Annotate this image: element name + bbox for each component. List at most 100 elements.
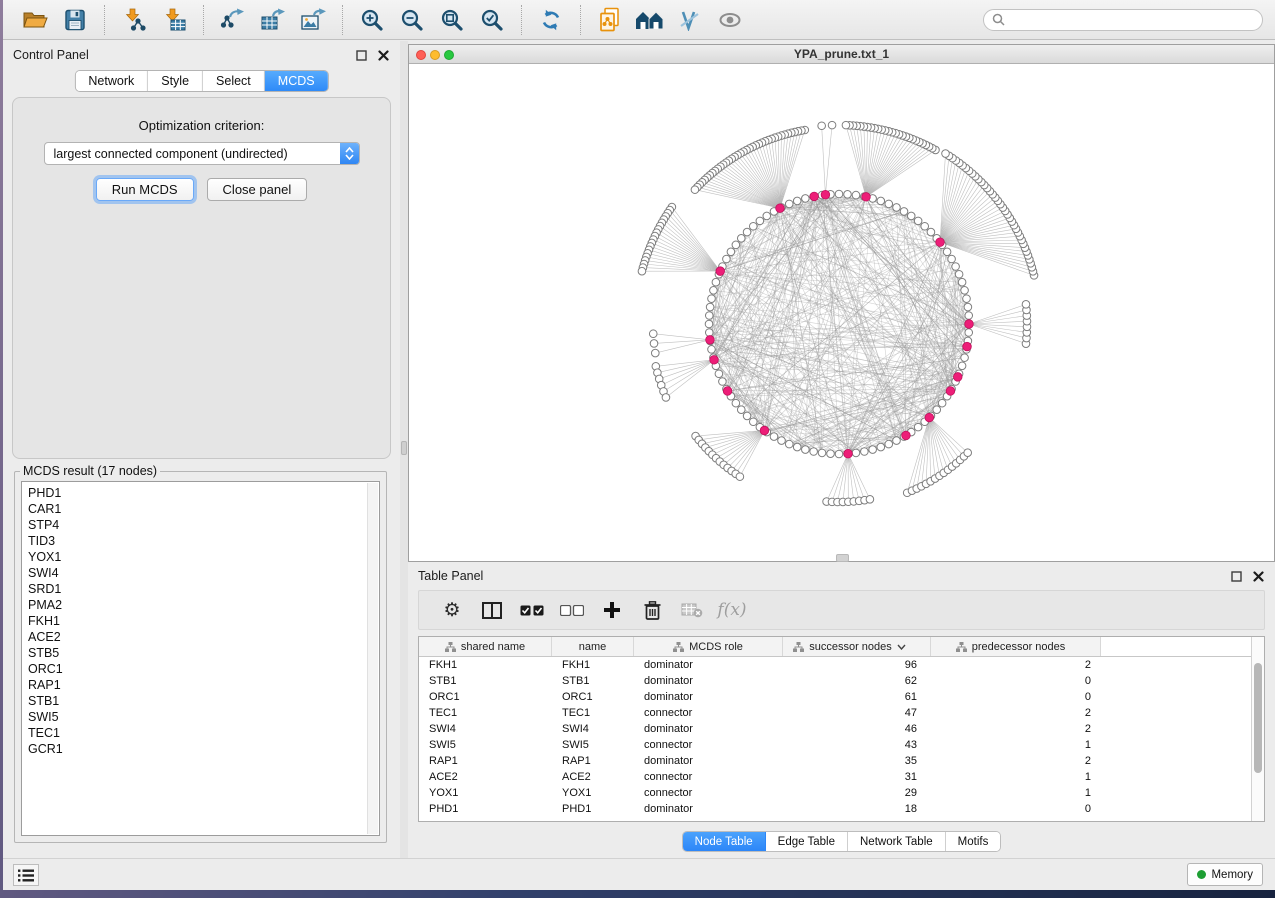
mcds-result-item[interactable]: ACE2 (28, 629, 379, 645)
mcds-options-panel: Optimization criterion: largest connecte… (12, 97, 391, 459)
close-window-button[interactable] (416, 50, 426, 60)
table-row[interactable]: ORC1ORC1dominator610 (419, 689, 1264, 705)
table-row[interactable]: STB1STB1dominator620 (419, 673, 1264, 689)
table-cell: 43 (783, 739, 931, 751)
tab-network-table[interactable]: Network Table (848, 832, 946, 851)
scrollbar-thumb[interactable] (1254, 663, 1262, 773)
mcds-result-item[interactable]: YOX1 (28, 549, 379, 565)
zoom-out-icon[interactable] (397, 5, 427, 35)
splitter-handle[interactable] (401, 441, 407, 455)
mcds-result-item[interactable]: TEC1 (28, 725, 379, 741)
tab-edge-table[interactable]: Edge Table (766, 832, 848, 851)
network-graph[interactable] (409, 64, 1274, 561)
table-scrollbar[interactable] (1251, 637, 1264, 821)
table-row[interactable]: ACE2ACE2connector311 (419, 769, 1264, 785)
clone-network-icon[interactable] (595, 5, 625, 35)
tab-motifs[interactable]: Motifs (946, 832, 1001, 851)
delete-column-icon[interactable] (635, 595, 669, 625)
search-box[interactable] (983, 9, 1263, 31)
task-history-button[interactable] (13, 864, 39, 886)
table-body: FKH1FKH1dominator962STB1STB1dominator620… (419, 657, 1264, 817)
table-row[interactable]: SWI4SWI4dominator462 (419, 721, 1264, 737)
tab-style[interactable]: Style (148, 71, 203, 91)
column-header-shared-name[interactable]: shared name (419, 637, 552, 656)
zoom-in-icon[interactable] (357, 5, 387, 35)
mcds-result-item[interactable]: PHD1 (28, 485, 379, 501)
zoom-window-button[interactable] (444, 50, 454, 60)
close-panel-button[interactable]: Close panel (207, 178, 308, 201)
mcds-result-item[interactable]: STB1 (28, 693, 379, 709)
zoom-fit-icon[interactable] (437, 5, 467, 35)
mcds-result-item[interactable]: SRD1 (28, 581, 379, 597)
column-header-name[interactable]: name (552, 637, 634, 656)
tab-node-table[interactable]: Node Table (683, 832, 766, 851)
export-network-icon[interactable] (218, 5, 248, 35)
mcds-result-item[interactable]: SWI4 (28, 565, 379, 581)
table-row[interactable]: SWI5SWI5connector431 (419, 737, 1264, 753)
open-file-icon[interactable] (20, 5, 50, 35)
search-input[interactable] (1005, 13, 1254, 27)
table-header-row: shared namenameMCDS rolesuccessor nodesp… (419, 637, 1264, 657)
column-header-predecessor-nodes[interactable]: predecessor nodes (931, 637, 1101, 656)
mcds-result-item[interactable]: PMA2 (28, 597, 379, 613)
save-session-icon[interactable] (60, 5, 90, 35)
mcds-result-item[interactable]: FKH1 (28, 613, 379, 629)
column-layout-icon[interactable] (475, 595, 509, 625)
float-panel-icon[interactable] (355, 49, 368, 62)
select-all-icon[interactable] (515, 595, 549, 625)
table-row[interactable]: RAP1RAP1dominator352 (419, 753, 1264, 769)
table-row[interactable]: FKH1FKH1dominator962 (419, 657, 1264, 673)
result-scrollbar[interactable] (367, 483, 378, 834)
mcds-result-list[interactable]: PHD1CAR1STP4TID3YOX1SWI4SRD1PMA2FKH1ACE2… (21, 481, 380, 836)
table-panel-title: Table Panel (418, 569, 483, 583)
vertical-splitter[interactable] (400, 41, 408, 858)
float-table-panel-icon[interactable] (1230, 570, 1243, 583)
table-cell: 61 (783, 691, 931, 703)
export-table-icon[interactable] (258, 5, 288, 35)
mcds-result-item[interactable]: CAR1 (28, 501, 379, 517)
mcds-result-item[interactable]: ORC1 (28, 661, 379, 677)
add-column-icon[interactable] (595, 595, 629, 625)
table-cell: FKH1 (419, 659, 552, 671)
tab-select[interactable]: Select (203, 71, 265, 91)
memory-button[interactable]: Memory (1187, 863, 1263, 886)
column-header-successor-nodes[interactable]: successor nodes (783, 637, 931, 656)
table-row[interactable]: YOX1YOX1connector291 (419, 785, 1264, 801)
network-canvas[interactable] (409, 64, 1274, 561)
table-settings-icon[interactable]: ⚙ (435, 595, 469, 625)
graphics-details-icon[interactable] (675, 5, 705, 35)
mcds-result-item[interactable]: TID3 (28, 533, 379, 549)
mcds-result-item[interactable]: STB5 (28, 645, 379, 661)
deselect-all-icon[interactable] (555, 595, 589, 625)
refresh-icon[interactable] (536, 5, 566, 35)
zoom-selected-icon[interactable] (477, 5, 507, 35)
table-tabs-bar: Node TableEdge TableNetwork TableMotifs (408, 831, 1275, 852)
horizontal-splitter-handle[interactable] (836, 554, 849, 562)
tab-network[interactable]: Network (75, 71, 148, 91)
mcds-result-item[interactable]: RAP1 (28, 677, 379, 693)
table-cell: connector (634, 739, 783, 751)
table-cell: ORC1 (552, 691, 634, 703)
minimize-window-button[interactable] (430, 50, 440, 60)
export-image-icon[interactable] (298, 5, 328, 35)
run-mcds-button[interactable]: Run MCDS (96, 178, 194, 201)
table-cell: ACE2 (552, 771, 634, 783)
table-cell: STB1 (419, 675, 552, 687)
close-panel-icon[interactable] (377, 49, 390, 62)
mcds-result-item[interactable]: SWI5 (28, 709, 379, 725)
import-table-icon[interactable] (159, 5, 189, 35)
import-network-icon[interactable] (119, 5, 149, 35)
close-table-panel-icon[interactable] (1252, 570, 1265, 583)
criterion-dropdown[interactable]: largest connected component (undirected) (44, 142, 360, 165)
mcds-result-item[interactable]: GCR1 (28, 741, 379, 757)
node-table[interactable]: shared namenameMCDS rolesuccessor nodesp… (418, 636, 1265, 822)
table-row[interactable]: PHD1PHD1dominator180 (419, 801, 1264, 817)
column-header-MCDS-role[interactable]: MCDS role (634, 637, 783, 656)
table-cell: TEC1 (552, 707, 634, 719)
network-overview-icon[interactable] (635, 5, 665, 35)
eye-icon[interactable] (715, 5, 745, 35)
table-row[interactable]: TEC1TEC1connector472 (419, 705, 1264, 721)
mcds-result-item[interactable]: STP4 (28, 517, 379, 533)
network-window-titlebar[interactable]: YPA_prune.txt_1 (409, 45, 1274, 64)
tab-mcds[interactable]: MCDS (265, 71, 328, 91)
